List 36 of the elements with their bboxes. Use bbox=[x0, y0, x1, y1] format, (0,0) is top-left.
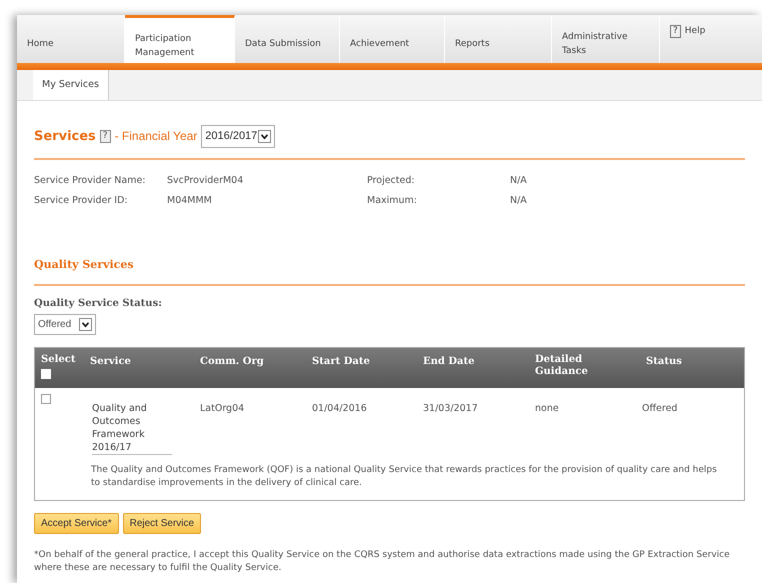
field-value: N/A bbox=[510, 174, 528, 188]
column-header: End Date bbox=[423, 356, 474, 368]
column-header: Comm. Org bbox=[200, 356, 264, 368]
table-cell: LatOrg04 bbox=[200, 402, 244, 414]
status-label: Quality Service Status: bbox=[34, 296, 163, 310]
status-select[interactable]: Offered bbox=[34, 314, 96, 334]
column-header: Service bbox=[90, 356, 131, 368]
year-select[interactable]: 2016/2017 bbox=[201, 125, 276, 148]
table-cell: 31/03/2017 bbox=[423, 402, 478, 414]
column-header: Start Date bbox=[312, 356, 370, 368]
field-label: Service Provider ID: bbox=[34, 194, 129, 208]
reject-button[interactable]: Reject Service bbox=[122, 512, 202, 534]
section-title: Quality Services bbox=[34, 257, 745, 286]
sub-tab[interactable]: My Services bbox=[33, 70, 109, 100]
service-description: The Quality and Outcomes Framework (QOF) is a national Quality Service that rewards practices for the provision of quality care and helps to standardise improvements in the delivery of clinical care. bbox=[91, 464, 718, 490]
field-value: SvcProviderM04 bbox=[167, 174, 244, 188]
field-label: Service Provider Name: bbox=[34, 174, 146, 188]
service-link[interactable]: Quality and Outcomes Framework 2016/17 bbox=[92, 402, 172, 454]
column-header: Status bbox=[646, 356, 682, 368]
field-value: N/A bbox=[510, 194, 528, 208]
help-link[interactable]: ? Help bbox=[660, 15, 716, 63]
field-label: Projected: bbox=[367, 174, 416, 188]
field-value: M04MMM bbox=[167, 194, 213, 208]
table-cell: Offered bbox=[642, 402, 678, 414]
accept-button[interactable]: Accept Service* bbox=[34, 512, 119, 534]
year-label: - Financial Year bbox=[114, 128, 198, 146]
checkbox[interactable] bbox=[41, 394, 51, 404]
column-header: Detailed Guidance bbox=[535, 354, 589, 378]
table-cell: 01/04/2016 bbox=[312, 402, 367, 414]
help-button[interactable]: ? bbox=[100, 130, 111, 143]
field-label: Maximum: bbox=[367, 194, 418, 208]
footnote: *On behalf of the general practice, I accept this Quality Service on the CQRS system and authorise data extractions made using the GP Extraction Service where these are necessary to fulfil the Quality Service. bbox=[34, 548, 731, 574]
section-title: Services bbox=[34, 128, 96, 146]
column-header: Select bbox=[41, 354, 76, 366]
table-cell: none bbox=[535, 402, 559, 414]
nav-tab[interactable]: Participation Management bbox=[125, 15, 235, 63]
